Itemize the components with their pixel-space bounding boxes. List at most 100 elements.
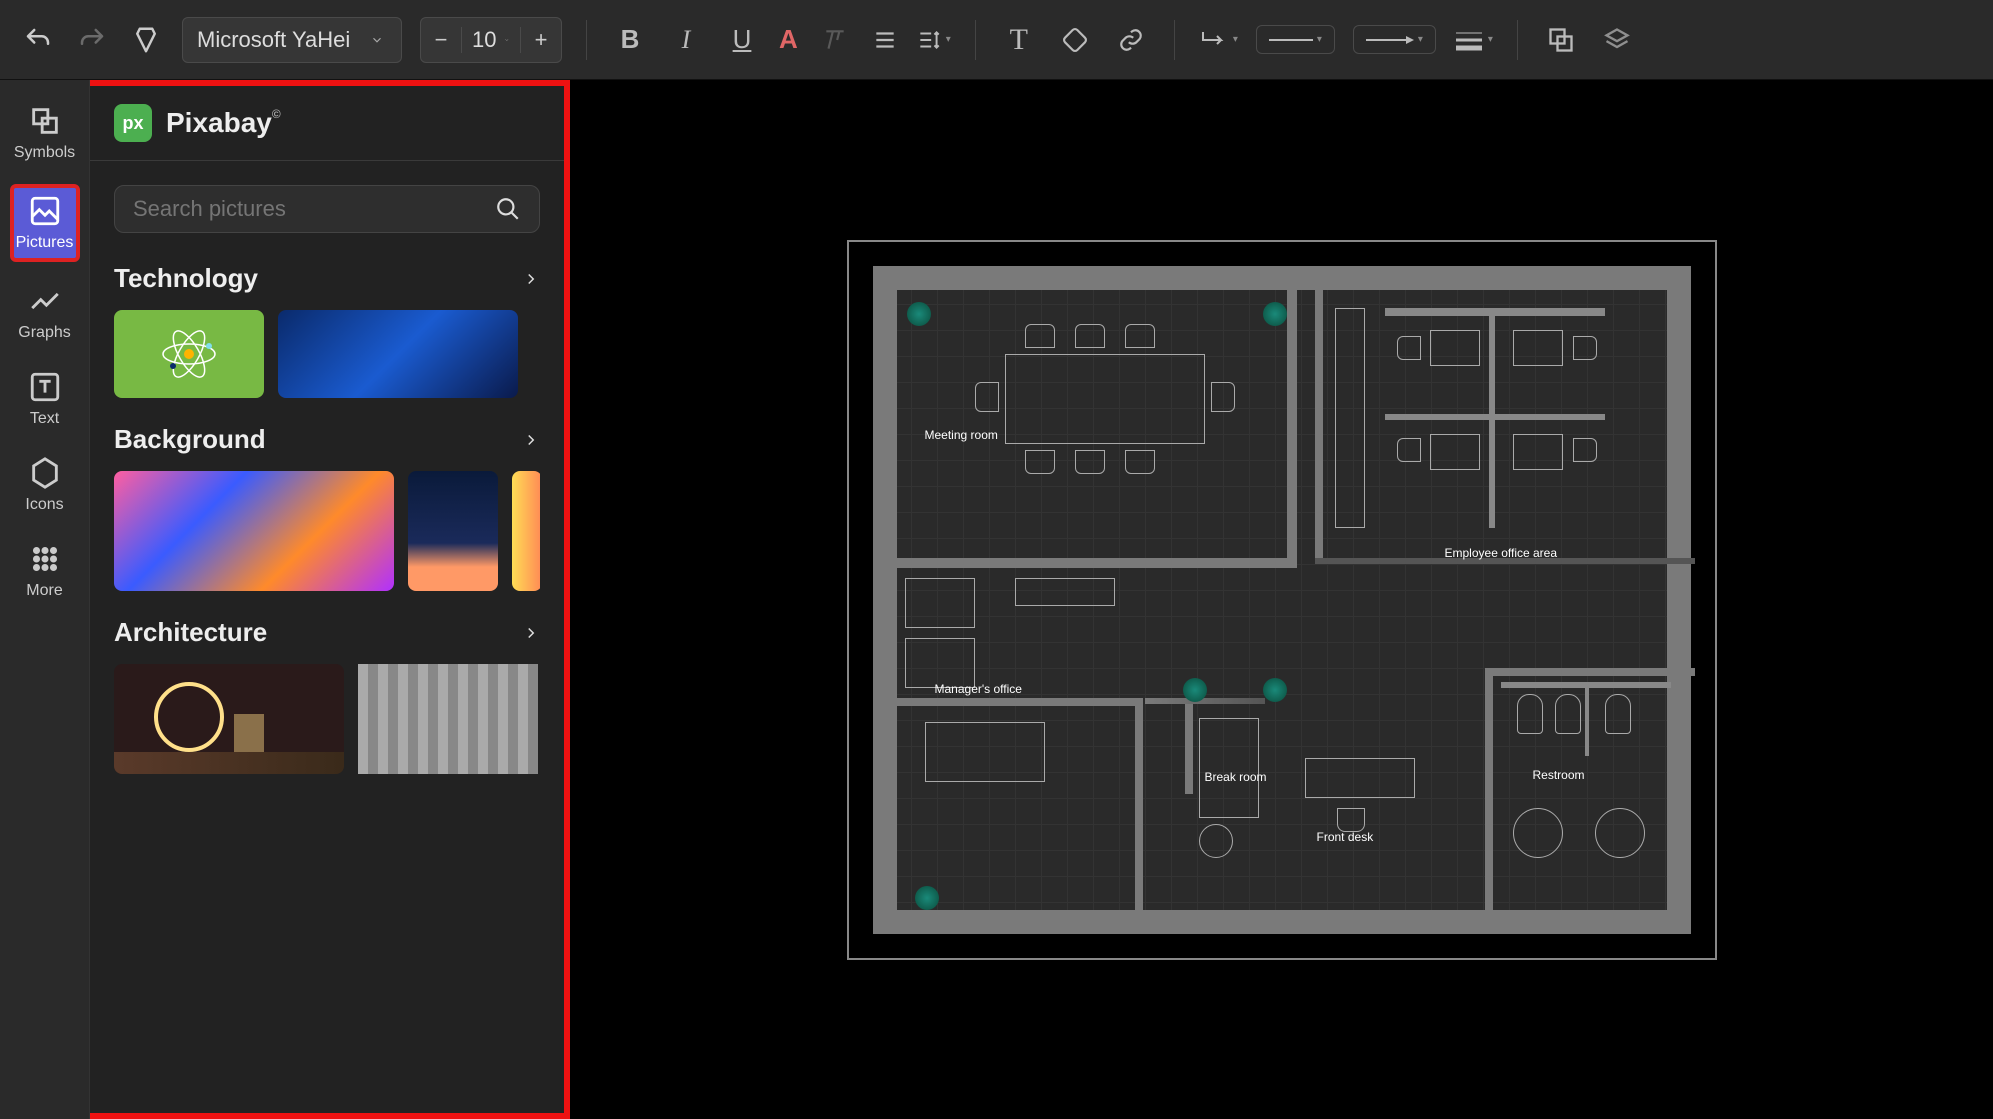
font-size-select[interactable]: 10 bbox=[461, 27, 521, 53]
plant-icon bbox=[907, 302, 931, 326]
top-toolbar: Microsoft YaHei − 10 + B I U A ▾ T ▾ bbox=[0, 0, 1993, 80]
toilet bbox=[1555, 694, 1581, 734]
chair bbox=[1125, 450, 1155, 474]
picture-thumb[interactable] bbox=[358, 664, 538, 774]
pictures-panel: px Pixabay© Technology bbox=[90, 80, 570, 1119]
toilet bbox=[1517, 694, 1543, 734]
column bbox=[1335, 308, 1365, 528]
undo-button[interactable] bbox=[20, 22, 56, 58]
group-button[interactable] bbox=[1542, 21, 1580, 59]
atom-icon bbox=[159, 324, 219, 384]
category-expand-button[interactable] bbox=[522, 431, 540, 449]
line-style-button[interactable]: ▾ bbox=[1256, 25, 1335, 54]
clear-format-button[interactable] bbox=[816, 21, 854, 59]
redo-button[interactable] bbox=[74, 22, 110, 58]
wall bbox=[885, 910, 1679, 922]
picture-thumb[interactable] bbox=[114, 664, 344, 774]
chair bbox=[1397, 438, 1421, 462]
font-color-button[interactable]: A bbox=[779, 24, 798, 55]
font-size-value: 10 bbox=[472, 27, 496, 53]
bold-button[interactable]: B bbox=[611, 21, 649, 59]
chevron-down-icon bbox=[504, 34, 510, 46]
category-expand-button[interactable] bbox=[522, 270, 540, 288]
arrow-style-button[interactable]: ▾ bbox=[1353, 25, 1436, 54]
wall bbox=[1485, 668, 1695, 676]
font-size-decrease-button[interactable]: − bbox=[421, 18, 461, 62]
desk bbox=[1430, 330, 1480, 366]
toilet bbox=[1605, 694, 1631, 734]
chair bbox=[1025, 450, 1055, 474]
floorplan[interactable]: Meeting room Employee office area bbox=[873, 266, 1691, 934]
desk bbox=[1430, 434, 1480, 470]
rail-item-pictures[interactable]: Pictures bbox=[10, 184, 80, 262]
image-icon bbox=[28, 194, 62, 228]
picture-thumb[interactable] bbox=[512, 471, 540, 591]
font-size-increase-button[interactable]: + bbox=[521, 18, 561, 62]
canvas[interactable]: Meeting room Employee office area bbox=[570, 80, 1993, 1119]
format-painter-button[interactable] bbox=[128, 22, 164, 58]
panel-title: Pixabay bbox=[166, 107, 272, 138]
search-icon[interactable] bbox=[495, 196, 521, 222]
front-desk bbox=[1305, 758, 1415, 798]
partition bbox=[1385, 414, 1605, 420]
drawing-page[interactable]: Meeting room Employee office area bbox=[847, 240, 1717, 960]
line-height-button[interactable]: ▾ bbox=[916, 27, 951, 53]
category-technology: Technology bbox=[90, 257, 564, 418]
room-label-restroom: Restroom bbox=[1533, 768, 1585, 782]
link-button[interactable] bbox=[1112, 21, 1150, 59]
picture-thumb[interactable] bbox=[278, 310, 518, 398]
rail-item-symbols[interactable]: Symbols bbox=[10, 98, 80, 168]
chair bbox=[975, 382, 999, 412]
font-family-select[interactable]: Microsoft YaHei bbox=[182, 17, 402, 63]
sink bbox=[1595, 808, 1645, 858]
panel-header: px Pixabay© bbox=[90, 86, 564, 161]
category-architecture: Architecture bbox=[90, 611, 564, 794]
picture-thumb[interactable] bbox=[408, 471, 498, 591]
wall bbox=[1287, 278, 1297, 558]
layers-button[interactable] bbox=[1598, 21, 1636, 59]
rail-label: Symbols bbox=[14, 144, 75, 162]
italic-button[interactable]: I bbox=[667, 21, 705, 59]
meeting-table bbox=[1005, 354, 1205, 444]
chart-line-icon bbox=[28, 284, 62, 318]
category-expand-button[interactable] bbox=[522, 624, 540, 642]
rail-label: More bbox=[26, 582, 62, 600]
room-label-break: Break room bbox=[1205, 770, 1267, 784]
text-icon bbox=[28, 370, 62, 404]
picture-thumb[interactable] bbox=[114, 310, 264, 398]
rail-item-text[interactable]: Text bbox=[10, 364, 80, 434]
left-rail: Symbols Pictures Graphs Text Icons More bbox=[0, 80, 90, 1119]
divider bbox=[586, 20, 587, 60]
plant-icon bbox=[915, 886, 939, 910]
line-weight-button[interactable]: ▾ bbox=[1454, 28, 1493, 52]
wall bbox=[1667, 278, 1679, 922]
rail-item-more[interactable]: More bbox=[10, 536, 80, 606]
rail-item-icons[interactable]: Icons bbox=[10, 450, 80, 520]
room-label-meeting: Meeting room bbox=[925, 428, 998, 442]
connector-style-button[interactable]: ▾ bbox=[1199, 27, 1238, 53]
search-input[interactable] bbox=[133, 196, 495, 222]
wall bbox=[885, 278, 897, 922]
align-button[interactable] bbox=[872, 27, 898, 53]
chair bbox=[1075, 324, 1105, 348]
underline-button[interactable]: U bbox=[723, 21, 761, 59]
wall bbox=[885, 278, 1679, 290]
sofa bbox=[905, 578, 975, 628]
shapes-icon bbox=[28, 104, 62, 138]
hexagon-icon bbox=[28, 456, 62, 490]
insert-text-button[interactable]: T bbox=[1000, 21, 1038, 59]
chair bbox=[1337, 808, 1365, 832]
rail-label: Graphs bbox=[18, 324, 70, 342]
rail-item-graphs[interactable]: Graphs bbox=[10, 278, 80, 348]
plant-icon bbox=[1183, 678, 1207, 702]
wall bbox=[1315, 278, 1323, 558]
wall bbox=[885, 558, 1297, 568]
shape-button[interactable] bbox=[1056, 21, 1094, 59]
picture-thumb[interactable] bbox=[114, 471, 394, 591]
divider bbox=[975, 20, 976, 60]
chair bbox=[1075, 450, 1105, 474]
copyright-icon: © bbox=[272, 107, 281, 121]
plant-icon bbox=[1263, 678, 1287, 702]
partition bbox=[1585, 682, 1589, 756]
chair bbox=[1025, 324, 1055, 348]
